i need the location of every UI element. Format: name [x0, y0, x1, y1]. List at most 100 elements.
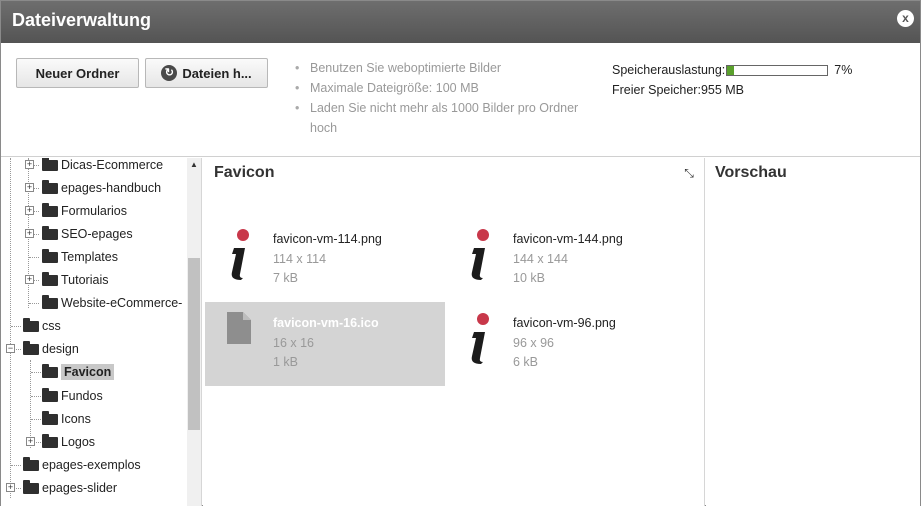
- expand-toggle[interactable]: +: [25, 183, 34, 192]
- tree-scrollbar[interactable]: ▲: [187, 158, 201, 506]
- tree-item-label: Templates: [61, 250, 118, 264]
- new-folder-label: Neuer Ordner: [35, 65, 120, 81]
- close-button[interactable]: x: [897, 10, 914, 27]
- tree-item-label: Icons: [61, 412, 91, 426]
- free-storage-value: 955 MB: [700, 83, 745, 97]
- folder-icon: [42, 158, 58, 171]
- expand-toggle[interactable]: +: [26, 437, 35, 446]
- tree-item-label: Formularios: [61, 204, 127, 218]
- free-storage-label: Freier Speicher:: [612, 83, 701, 97]
- tree-item-label: Favicon: [61, 364, 115, 380]
- tree-item-design[interactable]: design: [23, 338, 79, 360]
- expand-toggle[interactable]: +: [25, 206, 34, 215]
- tree-item-dicas-ecommerce[interactable]: Dicas-Ecommerce: [42, 158, 163, 176]
- info-icon: [231, 229, 249, 280]
- tree-item-label: Logos: [61, 435, 96, 449]
- hint-item: Benutzen Sie weboptimierte Bilder: [294, 58, 594, 78]
- folder-heading: Favicon: [214, 164, 275, 181]
- file-item-selected[interactable]: favicon-vm-16.ico 16 x 16 1 kB: [205, 302, 445, 386]
- folder-icon: [23, 456, 39, 471]
- folder-icon: [42, 433, 58, 448]
- dialog-title: Dateiverwaltung: [12, 10, 152, 30]
- expand-toggle[interactable]: +: [25, 275, 34, 284]
- tree-item-icons[interactable]: Icons: [42, 408, 91, 430]
- file-size: 1 kB: [273, 355, 299, 369]
- file-item[interactable]: favicon-vm-114.png 114 x 114 7 kB: [205, 218, 445, 302]
- tree-item-label: Tutoriais: [61, 273, 109, 287]
- file-item[interactable]: favicon-vm-96.png 96 x 96 6 kB: [445, 302, 685, 386]
- preview-panel: Vorschau: [706, 158, 920, 506]
- tree-item-label: epages-slider: [42, 481, 118, 495]
- tree-item-tutoriais[interactable]: Tutoriais: [42, 269, 108, 291]
- storage-info: Speicherauslastung: 7% Freier Speicher: 9…: [612, 60, 852, 100]
- folder-icon: [42, 248, 58, 263]
- scroll-thumb[interactable]: [188, 258, 200, 430]
- file-size: 10 kB: [513, 271, 545, 285]
- tree-item-label: css: [42, 319, 61, 333]
- expand-toggle[interactable]: +: [6, 483, 15, 492]
- tree-item-logos[interactable]: Logos: [42, 431, 95, 453]
- file-dimensions: 144 x 144: [513, 252, 568, 266]
- upload-hints: Benutzen Sie weboptimierte Bilder Maxima…: [294, 58, 594, 138]
- folder-icon: [42, 225, 58, 240]
- file-name: favicon-vm-144.png: [513, 232, 623, 246]
- tree-item-formularios[interactable]: Formularios: [42, 200, 127, 222]
- folder-icon: [42, 363, 58, 378]
- tree-item-templates[interactable]: Templates: [42, 246, 118, 268]
- hint-item: Maximale Dateigröße: 100 MB: [294, 78, 594, 98]
- tree-item-label: epages-handbuch: [61, 181, 162, 195]
- scroll-up-arrow-icon[interactable]: ▲: [187, 158, 201, 172]
- tree-item-label: Dicas-Ecommerce: [61, 158, 164, 172]
- storage-usage-percent: 7%: [834, 63, 853, 77]
- toolbar: Neuer Ordner ↻ Dateien h... Benutzen Sie…: [1, 43, 920, 157]
- tree-item-label: Fundos: [61, 389, 103, 403]
- tree-item-epages-handbuch[interactable]: epages-handbuch: [42, 177, 161, 199]
- tree-item-label: epages-exemplos: [42, 458, 141, 472]
- storage-usage-fill: [727, 65, 735, 75]
- folder-icon: [42, 387, 58, 402]
- folder-icon: [23, 317, 39, 332]
- new-folder-button[interactable]: Neuer Ordner: [16, 58, 139, 88]
- file-manager-dialog: Dateiverwaltung x Neuer Ordner ↻ Dateien…: [0, 0, 921, 506]
- file-name: favicon-vm-16.ico: [273, 316, 379, 330]
- tree-item-label: design: [42, 342, 79, 356]
- file-name: favicon-vm-96.png: [513, 316, 616, 330]
- tree-item-label: SEO-epages: [61, 227, 133, 241]
- file-dimensions: 96 x 96: [513, 336, 555, 350]
- storage-usage-label: Speicherauslastung:: [612, 63, 726, 77]
- preview-heading: Vorschau: [715, 164, 787, 181]
- info-icon: [471, 229, 489, 280]
- file-name: favicon-vm-114.png: [273, 232, 382, 246]
- file-dimensions: 114 x 114: [273, 252, 327, 266]
- collapse-toggle[interactable]: −: [6, 344, 15, 353]
- document-icon: [227, 312, 251, 344]
- file-size: 6 kB: [513, 355, 539, 369]
- title-bar: Dateiverwaltung x: [1, 1, 920, 43]
- folder-icon: [23, 479, 39, 494]
- upload-label: Dateien h...: [182, 65, 252, 81]
- tree-item-favicon[interactable]: Favicon: [42, 361, 115, 383]
- expand-toggle[interactable]: +: [25, 160, 34, 169]
- storage-usage-bar: [726, 64, 829, 76]
- tree-item-css[interactable]: css: [23, 315, 61, 337]
- tree-item-epages-exemplos[interactable]: epages-exemplos: [23, 454, 141, 476]
- tree-item-website-ecommerce[interactable]: Website-eCommerce-: [42, 292, 182, 314]
- folder-icon: [42, 179, 58, 194]
- file-list-panel: Favicon ⤡ favicon-vm-114.png 114 x 114 7…: [203, 158, 705, 506]
- upload-files-button[interactable]: ↻ Dateien h...: [145, 58, 268, 88]
- folder-icon: [42, 271, 58, 286]
- file-dimensions: 16 x 16: [273, 336, 315, 350]
- tree-item-epages-slider[interactable]: epages-slider: [23, 477, 117, 499]
- file-item[interactable]: favicon-vm-144.png 144 x 144 10 kB: [445, 218, 685, 302]
- hint-item: Laden Sie nicht mehr als 1000 Bilder pro…: [294, 98, 594, 138]
- tree-item-seo-epages[interactable]: SEO-epages: [42, 223, 133, 245]
- expand-panel-icon[interactable]: ⤡: [682, 166, 696, 180]
- tree-item-fundos[interactable]: Fundos: [42, 385, 103, 407]
- folder-open-icon: [23, 340, 39, 355]
- folder-tree: + Dicas-Ecommerce + epages-handbuch + Fo…: [1, 158, 202, 506]
- tree-item-label: Website-eCommerce-: [61, 296, 183, 310]
- expand-toggle[interactable]: +: [25, 229, 34, 238]
- folder-icon: [42, 294, 58, 309]
- upload-icon: ↻: [161, 65, 178, 81]
- folder-icon: [42, 202, 58, 217]
